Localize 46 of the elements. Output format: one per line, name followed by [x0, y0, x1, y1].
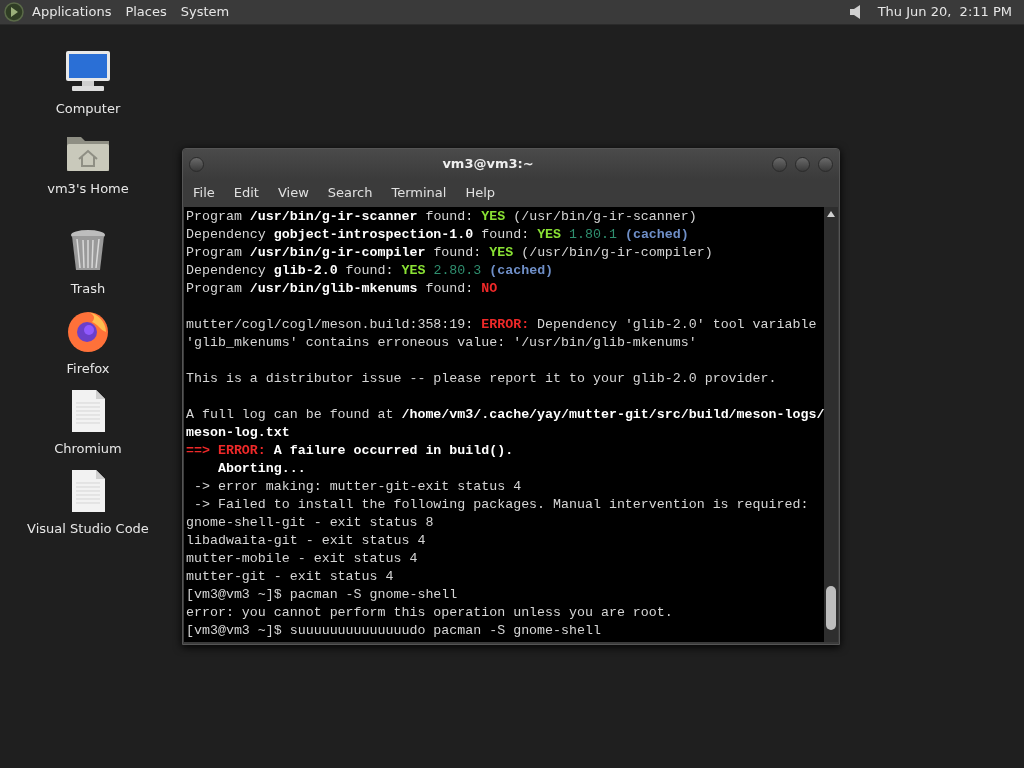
terminal-line: -> Failed to install the following packages. Manual intervention is required: [192, 496, 809, 514]
panel-menu[interactable]: Applications [32, 2, 112, 22]
terminal-line: mutter-git - exit status 4 [186, 568, 394, 586]
document-icon [70, 469, 106, 513]
terminal-line: ==> ERROR: A failure occurred in build(). [186, 442, 514, 460]
panel-clock[interactable]: Thu Jun 20, 2:11 PM [877, 2, 1012, 22]
trash-icon [69, 229, 107, 273]
panel-menu[interactable]: System [180, 2, 230, 22]
terminal-line: [vm3@vm3 ~]$ suuuuuuuuuuuuuudo pacman -S gnome-shell [186, 622, 601, 640]
panel-menu[interactable]: Places [125, 2, 167, 22]
terminal-line: Dependency glib-2.0 found: YES 2.80.3 (cached) [186, 262, 554, 280]
desktop-icon-label[interactable]: Chromium [54, 439, 122, 459]
menu-item[interactable]: Help [465, 183, 496, 203]
terminal-line: mutter-mobile - exit status 4 [186, 550, 418, 568]
desktop-icon-label[interactable]: Firefox [66, 359, 110, 379]
terminal-line: mutter/cogl/cogl/meson.build:358:19: ERROR: Dependency 'glib-2.0' tool variable [186, 316, 817, 334]
desktop-icon-label[interactable]: Trash [70, 279, 106, 299]
terminal-line: This is a distributor issue -- please report it to your glib-2.0 provider. [186, 370, 777, 388]
menu-item[interactable]: File [193, 183, 215, 203]
terminal-line: gnome-shell-git - exit status 8 [186, 514, 434, 532]
terminal-line: Program /usr/bin/g-ir-compiler found: YES (/usr/bin/g-ir-compiler) [186, 244, 713, 262]
scrollbar-thumb[interactable] [826, 586, 836, 630]
menu-item[interactable]: View [277, 183, 309, 203]
menu-item[interactable]: Edit [233, 183, 259, 203]
terminal-line: A full log can be found at /home/vm3/.cache/yay/mutter-git/src/build/meson-logs/ [186, 406, 824, 424]
desktop-icon-label[interactable]: Visual Studio Code [27, 519, 149, 539]
terminal-line: error: you cannot perform this operation unless you are root. [186, 604, 673, 622]
terminal-line: 'glib_mkenums' contains erroneous value: '/usr/bin/glib-mkenums' [186, 334, 697, 352]
desktop-icon-label[interactable]: Computer [55, 99, 121, 119]
desktop-icon-label[interactable]: vm3's Home [47, 179, 129, 199]
scroll-up-arrow-icon[interactable] [826, 210, 836, 218]
scrollbar[interactable] [824, 207, 838, 642]
terminal-line: Aborting... [216, 460, 306, 478]
distro-logo-icon[interactable] [4, 2, 24, 22]
menu-item[interactable]: Search [327, 183, 373, 203]
terminal-line: libadwaita-git - exit status 4 [186, 532, 426, 550]
menu-item[interactable]: Terminal [391, 183, 447, 203]
terminal-line: Program /usr/bin/g-ir-scanner found: YES (/usr/bin/g-ir-scanner) [186, 208, 697, 226]
computer-icon [64, 49, 112, 93]
terminal-line: meson-log.txt [186, 424, 290, 442]
window-title: vm3@vm3:~ [441, 155, 535, 174]
document-icon [70, 389, 106, 433]
terminal-line: -> error making: mutter-git-exit status 4 [192, 478, 522, 496]
terminal-line: Dependency gobject-introspection-1.0 found: YES 1.80.1 (cached) [186, 226, 689, 244]
terminal-line: [vm3@vm3 ~]$ pacman -S gnome-shell [186, 586, 458, 604]
terminal-line: Program /usr/bin/glib-mkenums found: NO [186, 280, 498, 298]
